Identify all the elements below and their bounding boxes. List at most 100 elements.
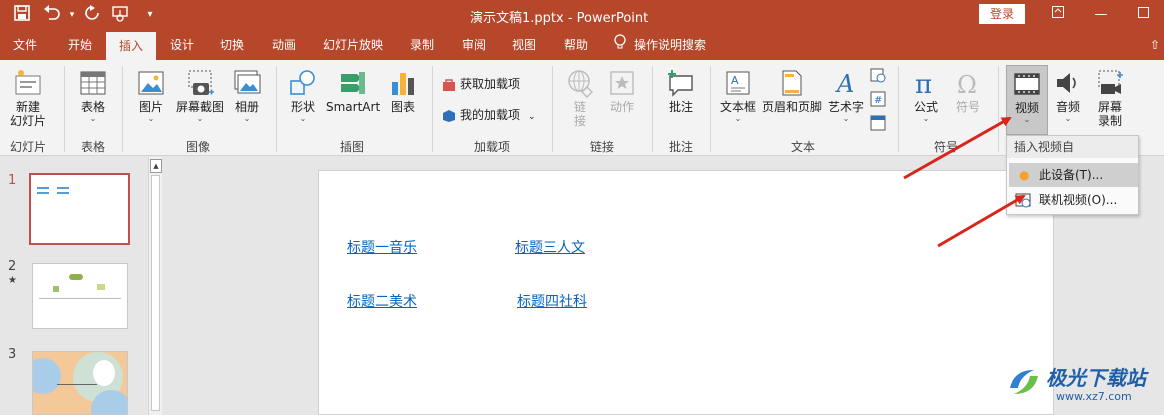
group-slides-label: 幻灯片: [9, 140, 46, 154]
screen-recording-icon: [1098, 70, 1123, 94]
object-button[interactable]: [868, 114, 888, 135]
date-time-button[interactable]: [868, 66, 888, 87]
group-text-label: 文本: [790, 140, 815, 154]
video-button[interactable]: 视频 ⌄: [1006, 65, 1048, 135]
header-footer-button[interactable]: 页眉和页脚: [760, 68, 824, 114]
group-divider: [898, 66, 899, 152]
wordart-button[interactable]: A 艺术字 ⌄: [826, 68, 866, 124]
slide-thumbnail-1[interactable]: [29, 173, 130, 245]
slide-link-art[interactable]: 标题二美术: [347, 291, 417, 311]
slide-number-1: 1: [8, 173, 17, 188]
textbox-dropdown-icon: ⌄: [734, 114, 742, 123]
customize-toolbar-icon[interactable]: ▾: [140, 5, 160, 25]
this-device-label: 此设备(T)...: [1039, 168, 1104, 182]
smartart-button[interactable]: SmartArt: [326, 68, 381, 114]
undo-icon[interactable]: [42, 5, 62, 25]
slide-thumbnail-3[interactable]: [32, 351, 128, 415]
tell-me-label: 操作说明搜索: [634, 38, 707, 52]
shapes-label: 形状: [290, 100, 315, 114]
current-slide[interactable]: 标题一音乐 标题三人文 标题二美术 标题四社科: [318, 170, 1054, 415]
video-dropdown-icon: ⌄: [1023, 115, 1031, 124]
my-addins-label: 我的加载项: [460, 108, 521, 122]
screenshot-button[interactable]: 屏幕截图 ⌄: [172, 68, 228, 124]
slide-thumbnail-2[interactable]: [32, 263, 128, 329]
slide-number-button[interactable]: #: [868, 90, 888, 111]
tab-record[interactable]: 录制: [408, 30, 436, 60]
slides-panel-scrollbar[interactable]: ▲: [148, 157, 162, 415]
link-button[interactable]: 链 接: [562, 68, 598, 128]
textbox-button[interactable]: A 文本框 ⌄: [718, 68, 758, 124]
action-button[interactable]: 动作: [604, 68, 640, 114]
scrollbar-thumb[interactable]: [151, 175, 160, 411]
menu-item-online-video[interactable]: 联机视频(O)...: [1009, 188, 1138, 212]
tab-review[interactable]: 审阅: [460, 30, 488, 60]
ribbon-display-options-icon[interactable]: [1043, 3, 1073, 27]
slide-number-3: 3: [8, 347, 17, 362]
tab-home[interactable]: 开始: [66, 30, 94, 60]
textbox-label: 文本框: [719, 100, 756, 114]
online-video-icon: [1015, 192, 1031, 216]
tab-file[interactable]: 文件: [12, 30, 38, 60]
watermark-swirl-icon: [1010, 370, 1038, 394]
login-button[interactable]: 登录: [979, 4, 1025, 24]
group-images-label: 图像: [185, 140, 210, 154]
minimize-icon[interactable]: —: [1086, 3, 1116, 27]
shapes-button[interactable]: 形状 ⌄: [284, 68, 322, 124]
slide-number-icon: #: [870, 91, 886, 107]
group-links-label: 链接: [589, 140, 614, 154]
equation-button[interactable]: π 公式 ⌄: [908, 68, 944, 124]
redo-icon[interactable]: [82, 5, 102, 25]
scroll-up-icon[interactable]: ▲: [150, 159, 162, 173]
wordart-dropdown-icon: ⌄: [842, 114, 850, 123]
tab-slideshow[interactable]: 幻灯片放映: [322, 30, 384, 60]
maximize-icon[interactable]: [1128, 3, 1158, 27]
tab-view[interactable]: 视图: [510, 30, 538, 60]
screen-recording-label: 屏幕 录制: [1097, 100, 1122, 128]
group-comments-label: 批注: [668, 140, 693, 154]
group-divider: [64, 66, 65, 152]
tab-design[interactable]: 设计: [168, 30, 196, 60]
menu-item-this-device[interactable]: ● 此设备(T)...: [1009, 163, 1138, 187]
table-button[interactable]: 表格 ⌄: [74, 68, 112, 124]
comment-button[interactable]: 批注: [662, 68, 700, 114]
new-slide-icon: [15, 70, 41, 95]
tell-me-search[interactable]: 操作说明搜索: [614, 30, 706, 60]
new-slide-button[interactable]: 新建 幻灯片: [4, 68, 52, 128]
group-tables-label: 表格: [80, 140, 105, 154]
tab-help[interactable]: 帮助: [562, 30, 590, 60]
photo-album-label: 相册: [234, 100, 259, 114]
share-icon[interactable]: ⇧: [1146, 30, 1164, 60]
slide-link-humanities[interactable]: 标题三人文: [515, 237, 585, 257]
group-illustrations-label: 插图: [339, 140, 364, 154]
screen-recording-button[interactable]: 屏幕 录制: [1090, 68, 1130, 128]
get-addins-button[interactable]: 获取加载项: [442, 75, 520, 93]
present-from-beginning-icon[interactable]: [110, 5, 130, 25]
smartart-label: SmartArt: [326, 100, 381, 114]
screenshot-icon: [188, 70, 214, 95]
my-addins-button[interactable]: 我的加载项 ⌄: [442, 106, 536, 126]
slide-link-social-science[interactable]: 标题四社科: [517, 291, 587, 311]
picture-button[interactable]: 图片 ⌄: [132, 68, 170, 124]
chart-button[interactable]: 图表: [384, 68, 422, 114]
tab-insert[interactable]: 插入: [106, 32, 156, 60]
header-footer-icon: [782, 70, 802, 96]
video-label: 视频: [1014, 101, 1039, 115]
tab-transitions[interactable]: 切换: [218, 30, 246, 60]
table-dropdown-icon: ⌄: [89, 114, 97, 123]
omega-symbol-icon: Ω: [957, 71, 977, 98]
audio-button[interactable]: 音频 ⌄: [1050, 68, 1086, 124]
save-icon[interactable]: [12, 5, 32, 25]
audio-speaker-icon: [1057, 73, 1076, 93]
link-label: 链 接: [573, 100, 586, 128]
picture-dropdown-icon: ⌄: [147, 114, 155, 123]
smartart-icon: [341, 72, 365, 94]
slide-link-music[interactable]: 标题一音乐: [347, 237, 417, 257]
tab-animations[interactable]: 动画: [270, 30, 298, 60]
symbol-button[interactable]: Ω 符号: [950, 68, 986, 114]
wordart-label: 艺术字: [827, 100, 864, 114]
photo-album-button[interactable]: 相册 ⌄: [230, 68, 264, 124]
undo-dropdown-icon[interactable]: ▾: [62, 5, 82, 25]
symbol-label: 符号: [955, 100, 980, 114]
svg-text:A: A: [835, 70, 854, 98]
pi-equation-icon: π: [915, 70, 932, 98]
